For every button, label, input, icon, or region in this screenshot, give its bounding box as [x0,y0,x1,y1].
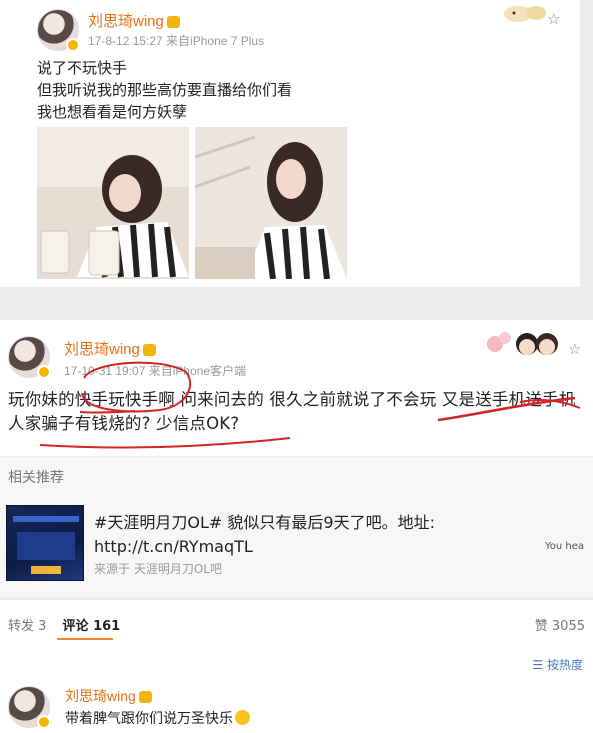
interaction-bar: 转发 3 评论 161 赞 3055 [0,600,593,648]
username-text[interactable]: 刘思琦wing [64,341,140,358]
avatar[interactable] [8,336,51,379]
smile-emoji-icon [235,710,250,725]
tabs: 转发 3 评论 161 [8,615,132,634]
ad-side-caption: You hea [545,541,585,552]
tab-comment[interactable]: 评论 161 [63,615,121,634]
username[interactable]: 刘思琦wing [64,338,156,359]
star-icon[interactable]: ☆ [568,340,581,358]
post-meta: 17-10-31 19:07 来自iPhone客户端 [64,364,247,378]
sort-icon: ☰ [532,658,547,672]
verified-badge-icon [37,365,51,379]
comment-section: ☰ 按热度 刘思琦wing 带着脾气跟你们说万圣快乐 [0,648,593,733]
crown-icon [166,16,180,29]
crown-icon [142,344,156,357]
verified-badge-icon [66,38,80,52]
post-line: 我也想看看是何方妖孽 [37,103,188,121]
likes-count[interactable]: 赞 3055 [535,615,585,634]
related-heading: 相关推荐 [8,470,64,486]
username-text[interactable]: 刘思琦wing [88,13,164,30]
sort-by-hot-button[interactable]: ☰ 按热度 [532,656,583,673]
star-icon[interactable]: ☆ [547,10,560,28]
decoration-sticker-icon [487,332,558,355]
weibo-post-card-2: 刘思琦wing 17-10-31 19:07 来自iPhone客户端 ☆ 玩你妹… [0,320,593,456]
related-section: 相关推荐 #天涯明月刀OL# 貌似只有最后9天了吧。地址: http://t.c… [0,457,593,597]
post-photo-1[interactable] [37,127,189,279]
weibo-post-card-1: 刘思琦wing 17-8-12 15:27 来自iPhone 7 Plus ☆ … [0,0,580,287]
crown-icon [138,691,152,704]
username[interactable]: 刘思琦wing [88,10,180,31]
post-line: 但我听说我的那些高仿要直播给你们看 [37,81,293,99]
username-text[interactable]: 刘思琦wing [65,688,136,704]
active-tab-indicator [57,638,113,640]
verified-badge-icon [37,715,51,729]
post-body: 玩你妹的快手玩快手啊 问来问去的 很久之前就说了不会玩 又是送手机送手机 人家骗… [8,390,576,433]
ad-thumbnail[interactable] [6,505,84,581]
ad-source: 来源于 天涯明月刀OL吧 [94,562,222,576]
post-meta: 17-8-12 15:27 来自iPhone 7 Plus [88,34,265,48]
post-line: 说了不玩快手 [37,59,128,77]
ad-text[interactable]: #天涯明月刀OL# 貌似只有最后9天了吧。地址: http://t.cn/RYm… [94,511,534,559]
post-body: 说了不玩快手 但我听说我的那些高仿要直播给你们看 我也想看看是何方妖孽 [37,57,292,123]
comment-username[interactable]: 刘思琦wing [65,686,152,706]
sort-label: 按热度 [546,658,583,672]
avatar[interactable] [37,9,80,52]
tab-repost[interactable]: 转发 3 [8,615,46,634]
comment-text: 带着脾气跟你们说万圣快乐 [65,708,250,728]
avatar[interactable] [8,686,51,729]
comment-body: 带着脾气跟你们说万圣快乐 [65,711,233,727]
post-photo-2[interactable] [195,127,347,279]
